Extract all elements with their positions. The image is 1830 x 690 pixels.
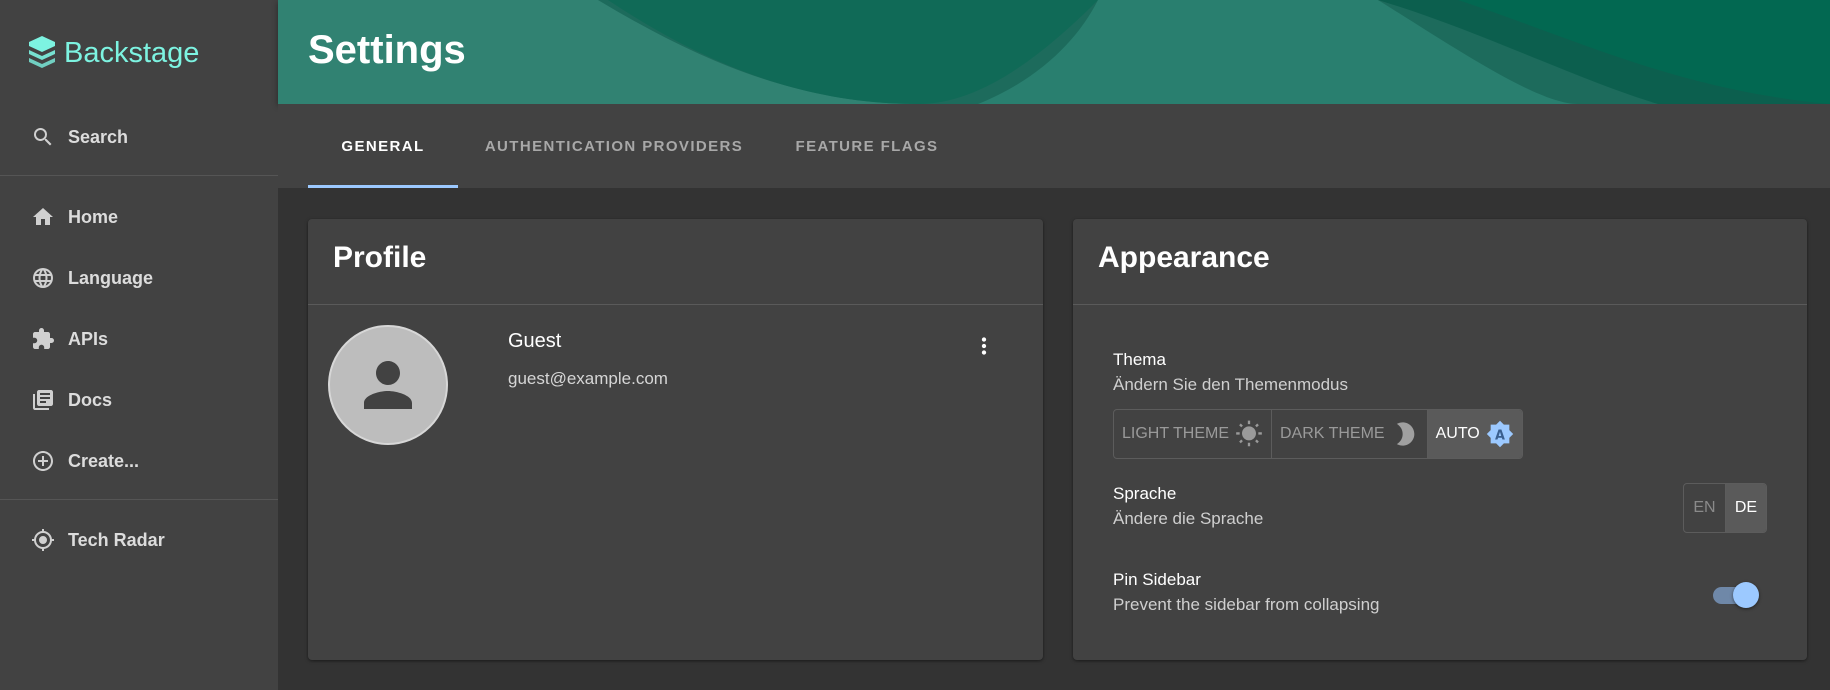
sidebar-item-label: Docs [68,389,113,410]
auto-mode-icon: A [1486,420,1513,448]
sidebar-item-label: Tech Radar [68,529,165,550]
sidebar-divider [0,499,278,500]
profile-email: guest@example.com [508,369,668,388]
profile-menu-button[interactable] [964,326,1004,366]
auto-theme-button[interactable]: AUTO A [1427,410,1522,458]
sidebar-item-home[interactable]: Home [0,191,278,243]
library-books-icon [30,387,56,413]
tab-indicator [308,185,458,188]
add-circle-icon [30,448,56,474]
profile-card: Profile Guest guest@example.com [308,219,1043,660]
language-setting-subtitle: Ändere die Sprache [1113,509,1264,528]
sidebar-item-apis[interactable]: APIs [0,313,278,365]
language-en-button[interactable]: EN [1684,484,1725,532]
sidebar-item-label: Language [68,267,154,288]
search-icon [30,124,56,150]
radar-icon [30,527,56,553]
dark-theme-label: DARK THEME [1279,425,1385,442]
profile-name: Guest [508,330,562,352]
avatar [328,325,448,445]
sidebar-item-label: Create... [68,450,140,471]
language-toggle-group: EN DE [1683,483,1767,533]
page-header: Settings [278,0,1830,104]
tab-feature-flags[interactable]: FEATURE FLAGS [770,104,964,188]
pin-sidebar-subtitle: Prevent the sidebar from collapsing [1113,595,1380,614]
theme-toggle-group: LIGHT THEME DARK THEME AUTO A [1113,409,1523,459]
language-de-button[interactable]: DE [1725,484,1766,532]
pin-sidebar-title: Pin Sidebar [1113,570,1201,589]
sidebar-item-language[interactable]: Language [0,252,278,304]
sidebar-item-label: Home [68,206,119,227]
sidebar-item-tech-radar[interactable]: Tech Radar [0,514,278,566]
tab-general[interactable]: GENERAL [308,104,458,188]
appearance-card-title: Appearance [1098,241,1270,274]
sidebar-divider [0,175,278,176]
sun-icon [1236,420,1262,447]
profile-card-title: Profile [333,241,427,274]
sidebar-item-docs[interactable]: Docs [0,374,278,426]
backstage-logo[interactable]: Backstage [26,34,199,72]
backstage-logo-icon [29,36,55,68]
header-wave-background [278,0,1830,104]
home-icon [30,204,56,230]
card-divider [308,304,1043,305]
tab-bar: GENERAL AUTHENTICATION PROVIDERS FEATURE… [278,104,1830,188]
sidebar-item-create[interactable]: Create... [0,435,278,487]
page-title: Settings [308,28,466,72]
light-theme-button[interactable]: LIGHT THEME [1114,410,1272,458]
dark-theme-button[interactable]: DARK THEME [1272,410,1428,458]
globe-icon [30,265,56,291]
sidebar-search-label: Search [68,126,129,147]
tab-authentication-providers[interactable]: AUTHENTICATION PROVIDERS [458,104,770,188]
card-divider [1073,304,1807,305]
more-vert-icon [981,337,987,355]
app-name: Backstage [64,36,200,69]
moon-icon [1396,422,1414,446]
switch-thumb[interactable] [1733,582,1759,608]
svg-text:A: A [1495,428,1505,443]
light-theme-label: LIGHT THEME [1122,425,1229,442]
puzzle-icon [30,326,56,352]
appearance-card: Appearance Thema Ändern Sie den Themenmo… [1073,219,1807,660]
sidebar: Backstage Search Home Language APIs Docs [0,0,278,690]
theme-setting-title: Thema [1113,350,1166,369]
sidebar-item-label: APIs [68,328,109,349]
pin-sidebar-switch[interactable] [1709,580,1759,610]
sidebar-search[interactable]: Search [0,111,278,163]
language-setting-title: Sprache [1113,484,1177,503]
auto-theme-label: AUTO [1435,425,1480,442]
theme-setting-subtitle: Ändern Sie den Themenmodus [1113,375,1349,394]
person-icon [364,361,412,409]
